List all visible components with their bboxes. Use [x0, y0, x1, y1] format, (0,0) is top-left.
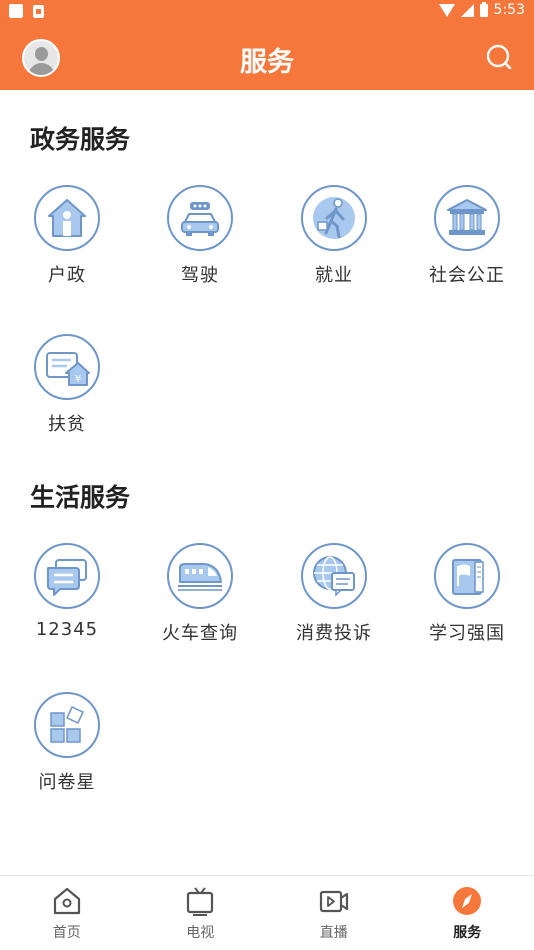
section-title-government: 政务服务	[30, 125, 131, 154]
service-tile-poverty-relief[interactable]: ¥ 扶贫	[0, 334, 134, 436]
service-label: 火车查询	[162, 623, 238, 644]
service-label: 户政	[48, 265, 86, 286]
consumer-complaint-icon	[313, 556, 355, 597]
service-tile-12345[interactable]: 12345	[0, 543, 134, 640]
service-label: 社会公正	[429, 265, 505, 286]
status-time: 5:53	[493, 2, 525, 18]
service-label: 消费投诉	[296, 623, 372, 644]
service-tile-employment[interactable]: 就业	[267, 185, 401, 287]
top-bar: 5:53 服务	[0, 0, 534, 90]
nav-label: 服务	[453, 925, 482, 941]
service-label: 就业	[315, 265, 353, 286]
battery-icon	[479, 1, 488, 17]
service-tile-driving[interactable]: 驾驶	[133, 185, 267, 287]
service-tile-questionnaire[interactable]: 问卷星	[0, 692, 134, 794]
nav-item-home[interactable]: 首页	[0, 876, 134, 950]
questionnaire-blocks-icon	[50, 706, 84, 743]
nav-item-tv[interactable]: 电视	[134, 876, 268, 950]
search-icon[interactable]	[484, 42, 514, 72]
nav-item-live[interactable]: 直播	[267, 876, 401, 950]
compass-icon	[453, 887, 482, 915]
service-tile-study[interactable]: 学习强国	[400, 543, 534, 645]
home-icon	[53, 887, 80, 915]
courthouse-icon	[447, 199, 487, 235]
employment-icon	[313, 197, 355, 239]
notification-icons	[9, 4, 44, 18]
live-video-icon	[319, 890, 348, 913]
status-bar: 5:53	[0, 0, 534, 24]
signal-icon	[460, 3, 474, 17]
section-title-life: 生活服务	[30, 483, 131, 512]
service-label: 学习强国	[429, 623, 505, 644]
download-notification-icon	[33, 5, 44, 18]
service-tile-train[interactable]: 火车查询	[133, 543, 267, 645]
household-icon	[48, 199, 86, 237]
bottom-nav: 首页 电视 直播 服务	[0, 875, 534, 950]
wifi-icon	[438, 4, 455, 17]
service-label: 问卷星	[38, 772, 96, 793]
svg-text:¥: ¥	[75, 374, 81, 385]
service-label: 扶贫	[48, 414, 86, 435]
notification-icon	[9, 4, 23, 18]
app-header: 服务	[0, 24, 534, 90]
service-tile-consumer-complaint[interactable]: 消费投诉	[267, 543, 401, 645]
nav-label: 电视	[186, 925, 215, 941]
poverty-relief-icon: ¥	[46, 352, 90, 386]
service-tile-social-justice[interactable]: 社会公正	[400, 185, 534, 287]
study-book-icon	[452, 559, 484, 595]
page-title: 服务	[240, 47, 294, 78]
nav-label: 首页	[52, 925, 81, 941]
nav-item-service[interactable]: 服务	[401, 876, 534, 950]
service-label: 驾驶	[181, 265, 219, 286]
train-icon	[178, 563, 222, 591]
system-indicators: 5:53	[438, 1, 525, 18]
service-label: 12345	[35, 619, 99, 640]
hotline-chat-icon	[47, 559, 87, 596]
car-icon	[181, 202, 219, 236]
tv-icon	[187, 887, 214, 916]
service-tile-household[interactable]: 户政	[0, 185, 134, 287]
nav-label: 直播	[319, 925, 348, 941]
